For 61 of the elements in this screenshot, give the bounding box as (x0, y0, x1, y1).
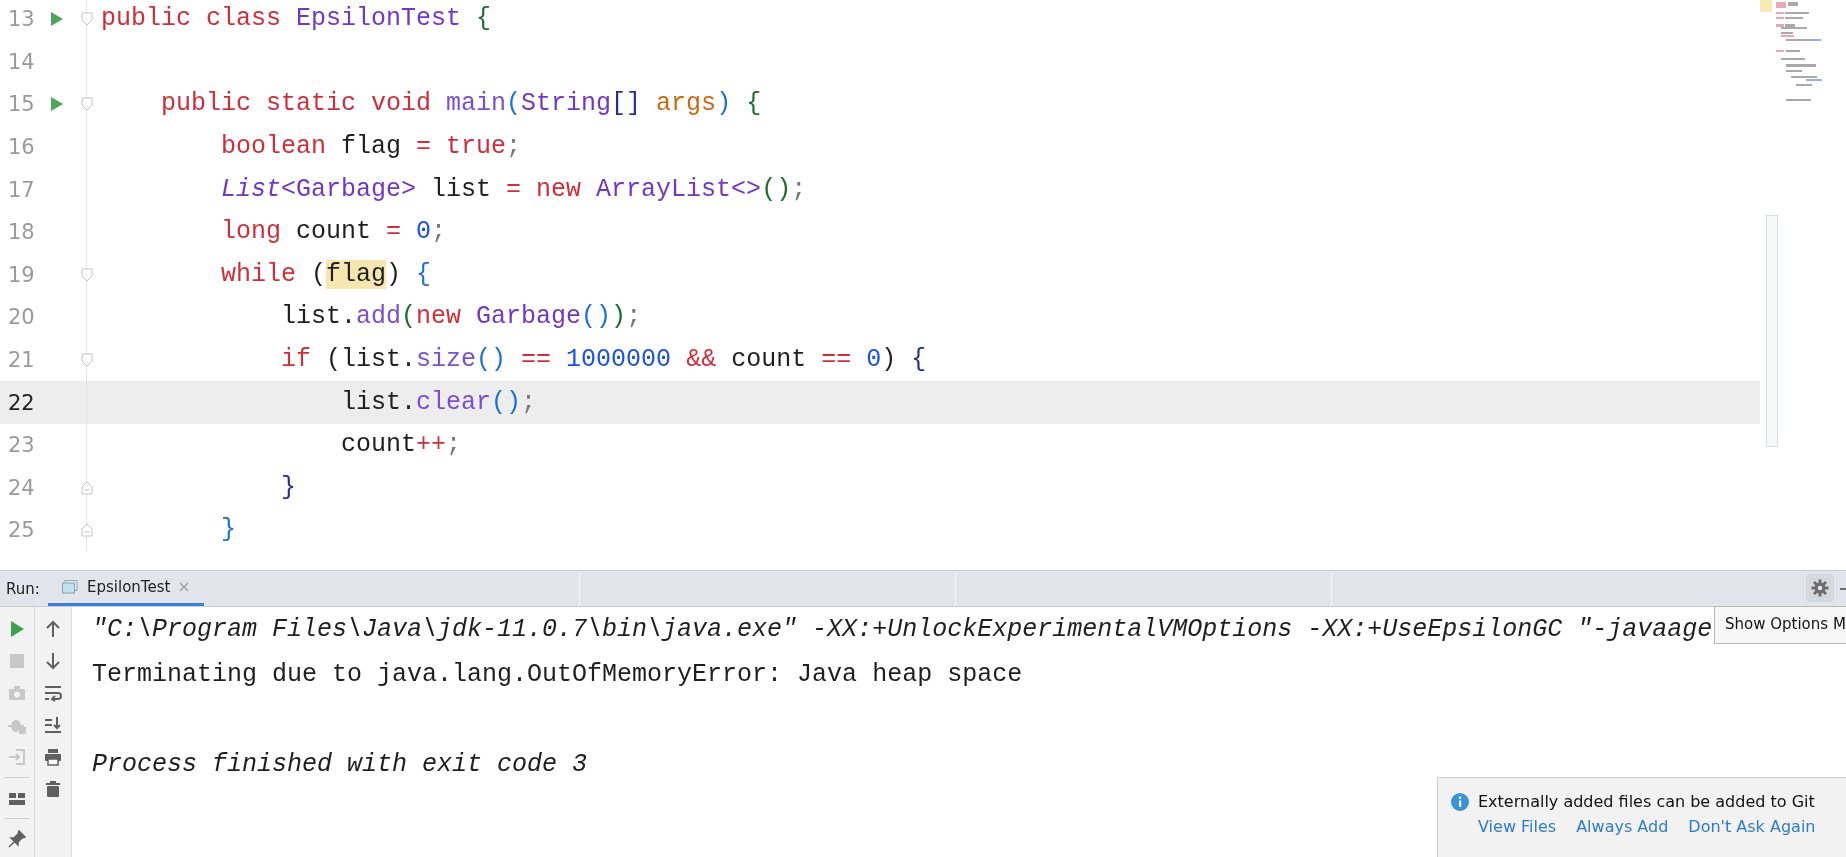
trash-icon (44, 780, 62, 798)
tooltip: Show Options M (1714, 606, 1846, 644)
code-line: } (281, 472, 296, 503)
line-number: 17 (7, 177, 36, 202)
line-number: 19 (7, 262, 36, 287)
scroll-to-end-icon (44, 716, 62, 734)
pin-icon (8, 830, 26, 848)
exit-icon (8, 748, 26, 766)
scrollbar-thumb[interactable] (1766, 215, 1778, 447)
code-line: while (flag) { (221, 259, 432, 290)
wrap-icon (44, 684, 62, 702)
fold-icon[interactable] (80, 267, 93, 282)
line-number: 20 (7, 305, 36, 330)
console-line: Terminating due to java.lang.OutOfMemoryError: Java heap space (92, 659, 1023, 691)
settings-button[interactable] (1806, 574, 1834, 602)
fold-icon[interactable] (80, 480, 93, 495)
code-line: List<Garbage> list = new ArrayList<>(); (221, 174, 807, 205)
code-line: boolean flag = true; (221, 132, 522, 163)
line-number: 13 (7, 7, 36, 32)
line-number: 24 (7, 475, 36, 500)
line-number: 14 (7, 49, 36, 74)
console-icon (62, 580, 78, 594)
line-number: 18 (7, 220, 36, 245)
console-line: Process finished with exit code 3 (92, 749, 588, 781)
console-line: "C:\Program Files\Java\jdk-11.0.7\bin\java.exe" -XX:+UnlockExperimentalVMOptions -XX:+UseEpsilonGC "-javaage (92, 614, 1713, 646)
line-number: 15 (7, 92, 36, 117)
gear-icon (1811, 579, 1829, 597)
code-line: list.clear(); (341, 387, 537, 418)
notification-link[interactable]: Always Add (1576, 817, 1669, 836)
fold-icon[interactable] (80, 97, 93, 112)
code-line: list.add(new Garbage()); (281, 302, 642, 333)
line-number: 16 (7, 135, 36, 160)
minimize-icon[interactable] (1840, 586, 1846, 591)
panel-title: Run: (5, 579, 41, 598)
line-number: 21 (7, 348, 36, 373)
fold-icon[interactable] (80, 12, 93, 27)
stop-icon (8, 652, 26, 670)
play-icon (8, 620, 26, 638)
run-icon[interactable] (50, 96, 64, 113)
code-line: public class EpsilonTest { (101, 4, 492, 35)
code-line: if (list.size() == 1000000 && count == 0) { (281, 345, 927, 376)
code-line: } (221, 515, 236, 546)
code-line: long count = 0; (221, 217, 447, 248)
info-icon (1451, 792, 1469, 811)
notification-link[interactable]: View Files (1478, 817, 1557, 836)
run-tab[interactable]: EpsilonTest (48, 571, 204, 606)
fold-icon[interactable] (80, 523, 93, 538)
line-number: 25 (7, 518, 36, 543)
line-number: 23 (7, 433, 36, 458)
printer-icon (44, 748, 62, 766)
code-line: count++; (341, 430, 462, 461)
notification-link[interactable]: Don't Ask Again (1688, 817, 1816, 836)
code-line: public static void main(String[] args) { (161, 89, 762, 120)
fold-icon[interactable] (80, 353, 93, 368)
notification-message: Externally added files can be added to Git (1478, 792, 1815, 811)
run-icon[interactable] (50, 11, 64, 28)
close-icon[interactable] (179, 582, 190, 592)
line-number: 22 (7, 390, 36, 415)
up-arrow-icon (44, 620, 62, 638)
camera-icon (8, 684, 26, 702)
down-arrow-icon (44, 652, 62, 670)
